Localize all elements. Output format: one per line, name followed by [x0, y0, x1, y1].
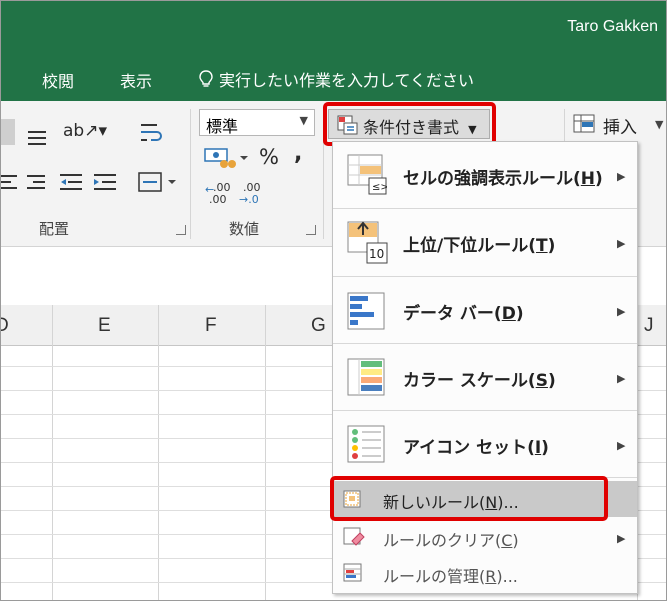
new-rule-highlight: [330, 476, 608, 521]
excel-window: Taro Gakken 校閲 表示 実行したい作業を入力してください ab↗▾: [0, 0, 667, 601]
menu-item-label: 上位/下位ルール(T): [403, 236, 556, 256]
insert-cells-icon: [573, 114, 595, 133]
data-bars-icon: [347, 292, 385, 330]
submenu-arrow-icon: ▶: [617, 372, 626, 385]
menu-item-highlight-cells-rules[interactable]: ≤> セルの強調表示ルール(H) ▶: [333, 142, 637, 208]
menu-item-icon-sets[interactable]: アイコン セット(I) ▶: [333, 411, 637, 477]
icon-sets-icon: [347, 425, 385, 463]
number-format-select[interactable]: 標準 ▼: [199, 109, 315, 136]
submenu-arrow-icon: ▶: [617, 170, 626, 183]
orientation-icon[interactable]: ab↗▾: [63, 121, 107, 141]
insert-label: 挿入: [603, 118, 637, 138]
tab-review[interactable]: 校閲: [42, 68, 74, 92]
svg-text:≤>: ≤>: [372, 182, 387, 193]
chevron-down-icon: ▼: [655, 118, 664, 131]
lightbulb-icon: [199, 70, 213, 87]
merge-center-icon[interactable]: [138, 171, 178, 193]
column-header-f[interactable]: F: [205, 315, 217, 337]
submenu-arrow-icon: ▶: [617, 237, 626, 250]
number-group-label: 数値: [229, 220, 260, 238]
comma-style-button[interactable]: ,: [294, 141, 302, 166]
chevron-down-icon: ▼: [299, 114, 308, 127]
column-header-d[interactable]: D: [1, 315, 9, 337]
top-bottom-rules-icon: 10: [347, 221, 388, 264]
grid-line: [158, 305, 159, 600]
align-top-button[interactable]: [1, 119, 15, 145]
tell-me-text: 実行したい作業を入力してください: [219, 71, 475, 90]
column-header-j[interactable]: J: [644, 315, 654, 337]
menu-item-clear-rules[interactable]: ルールのクリア(C) ▶: [333, 519, 637, 555]
menu-item-label: データ バー(D): [403, 304, 524, 324]
percent-style-button[interactable]: %: [259, 145, 279, 169]
group-separator: [190, 109, 191, 239]
align-middle-icon[interactable]: [26, 129, 48, 145]
grid-line: [265, 305, 266, 600]
alignment-dialog-launcher[interactable]: [176, 225, 186, 235]
menu-item-top-bottom-rules[interactable]: 10 上位/下位ルール(T) ▶: [333, 209, 637, 276]
title-bar: Taro Gakken: [1, 1, 666, 57]
menu-item-color-scales[interactable]: カラー スケール(S) ▶: [333, 344, 637, 410]
clear-rules-icon: [343, 527, 365, 546]
menu-item-label: カラー スケール(S): [403, 371, 556, 391]
submenu-arrow-icon: ▶: [617, 532, 626, 545]
increase-indent-icon[interactable]: [92, 173, 118, 191]
color-scales-icon: [347, 358, 385, 396]
tell-me-box[interactable]: 実行したい作業を入力してください: [199, 67, 474, 91]
menu-item-label: ルールのクリア(C): [383, 531, 519, 550]
column-header-g[interactable]: G: [311, 315, 326, 337]
svg-text:10: 10: [369, 247, 384, 261]
increase-decimal-digits-icon: .00: [209, 193, 227, 206]
manage-rules-icon: [343, 563, 362, 582]
user-name[interactable]: Taro Gakken: [567, 18, 658, 36]
decrease-indent-icon[interactable]: [58, 173, 84, 191]
conditional-formatting-menu: ≤> セルの強調表示ルール(H) ▶ 10 上位/下位ルール(T) ▶ データ …: [332, 141, 638, 594]
menu-item-label: ルールの管理(R)...: [383, 567, 518, 586]
alignment-group-label: 配置: [39, 220, 70, 238]
menu-item-manage-rules[interactable]: ルールの管理(R)...: [333, 555, 637, 591]
align-left-icon[interactable]: [1, 173, 19, 191]
ribbon-tab-bar: 校閲 表示 実行したい作業を入力してください: [1, 57, 666, 101]
number-dialog-launcher[interactable]: [306, 225, 316, 235]
grid-line: [52, 305, 53, 600]
decrease-decimal-arrow-icon: →.0: [239, 193, 259, 206]
tab-view[interactable]: 表示: [120, 68, 152, 92]
menu-item-data-bars[interactable]: データ バー(D) ▶: [333, 277, 637, 343]
highlight-cells-rules-icon: ≤>: [347, 154, 387, 195]
number-format-value: 標準: [206, 117, 239, 136]
column-header-e[interactable]: E: [98, 315, 111, 337]
submenu-arrow-icon: ▶: [617, 305, 626, 318]
accounting-format-icon[interactable]: [204, 146, 250, 170]
menu-item-label: セルの強調表示ルール(H): [403, 169, 603, 189]
conditional-formatting-highlight: [323, 102, 496, 146]
menu-item-label: アイコン セット(I): [403, 438, 549, 458]
wrap-text-icon[interactable]: [139, 121, 163, 145]
align-right-icon[interactable]: [25, 173, 47, 191]
submenu-arrow-icon: ▶: [617, 439, 626, 452]
